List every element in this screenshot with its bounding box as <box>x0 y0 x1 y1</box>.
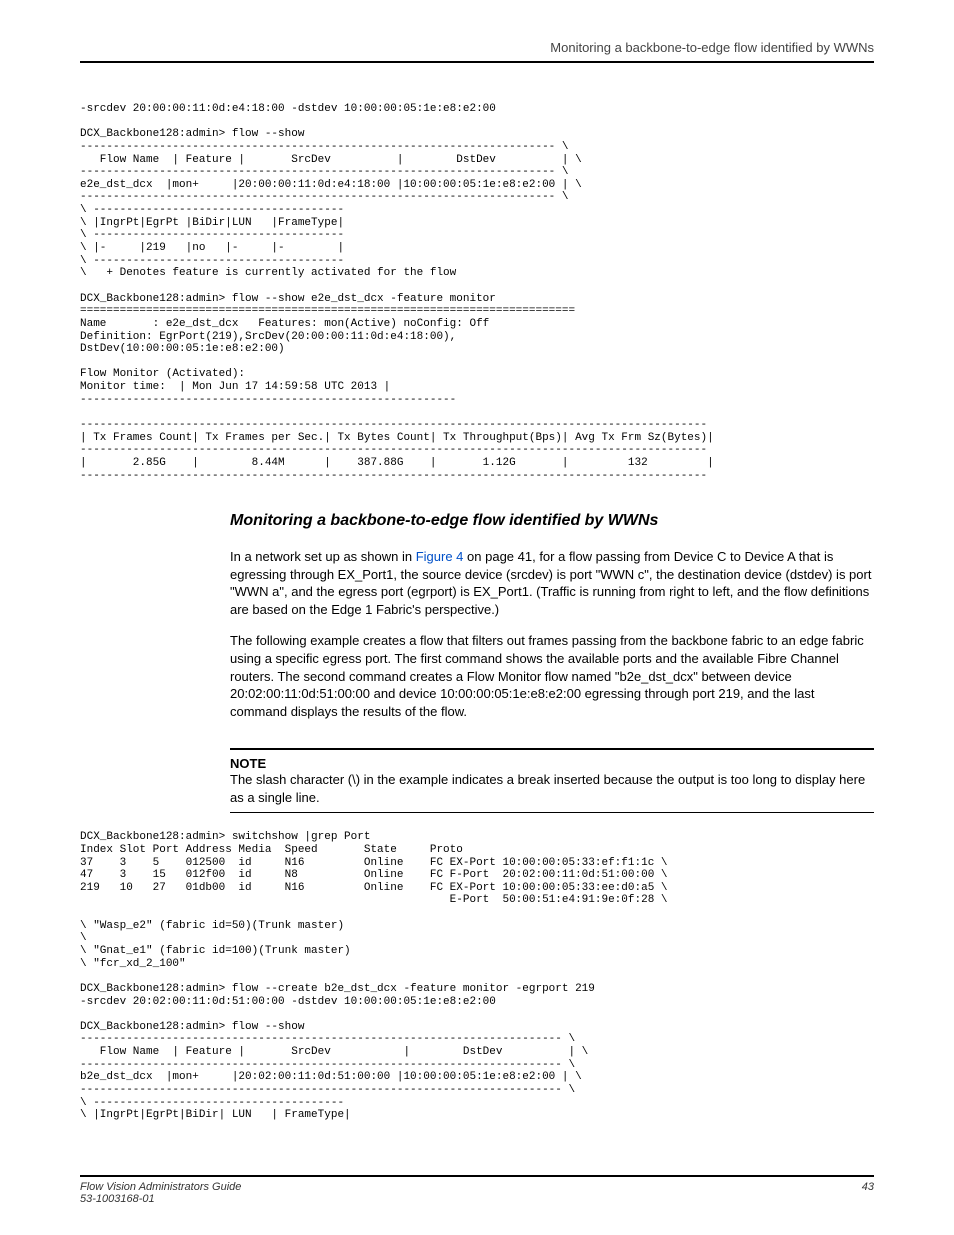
section-heading: Monitoring a backbone-to-edge flow ident… <box>230 512 874 530</box>
header-rule <box>80 61 874 63</box>
note-block: NOTE The slash character (\) in the exam… <box>230 748 874 813</box>
footer-left: Flow Vision Administrators Guide 53-1003… <box>80 1181 241 1205</box>
code-block-2: DCX_Backbone128:admin> switchshow |grep … <box>80 831 874 1122</box>
footer-doc-id: 53-1003168-01 <box>80 1193 241 1205</box>
paragraph-1: In a network set up as shown in Figure 4… <box>230 548 874 618</box>
figure-link[interactable]: Figure 4 <box>416 549 464 564</box>
paragraph-2: The following example creates a flow tha… <box>230 632 874 720</box>
page-footer: Flow Vision Administrators Guide 53-1003… <box>80 1175 874 1205</box>
page-number: 43 <box>862 1181 874 1205</box>
running-header: Monitoring a backbone-to-edge flow ident… <box>80 40 874 55</box>
note-body: The slash character (\) in the example i… <box>230 771 874 806</box>
para1-text-a: In a network set up as shown in <box>230 549 416 564</box>
footer-doc-title: Flow Vision Administrators Guide <box>80 1181 241 1193</box>
note-label: NOTE <box>230 756 874 771</box>
code-block-1: -srcdev 20:00:00:11:0d:e4:18:00 -dstdev … <box>80 103 874 482</box>
